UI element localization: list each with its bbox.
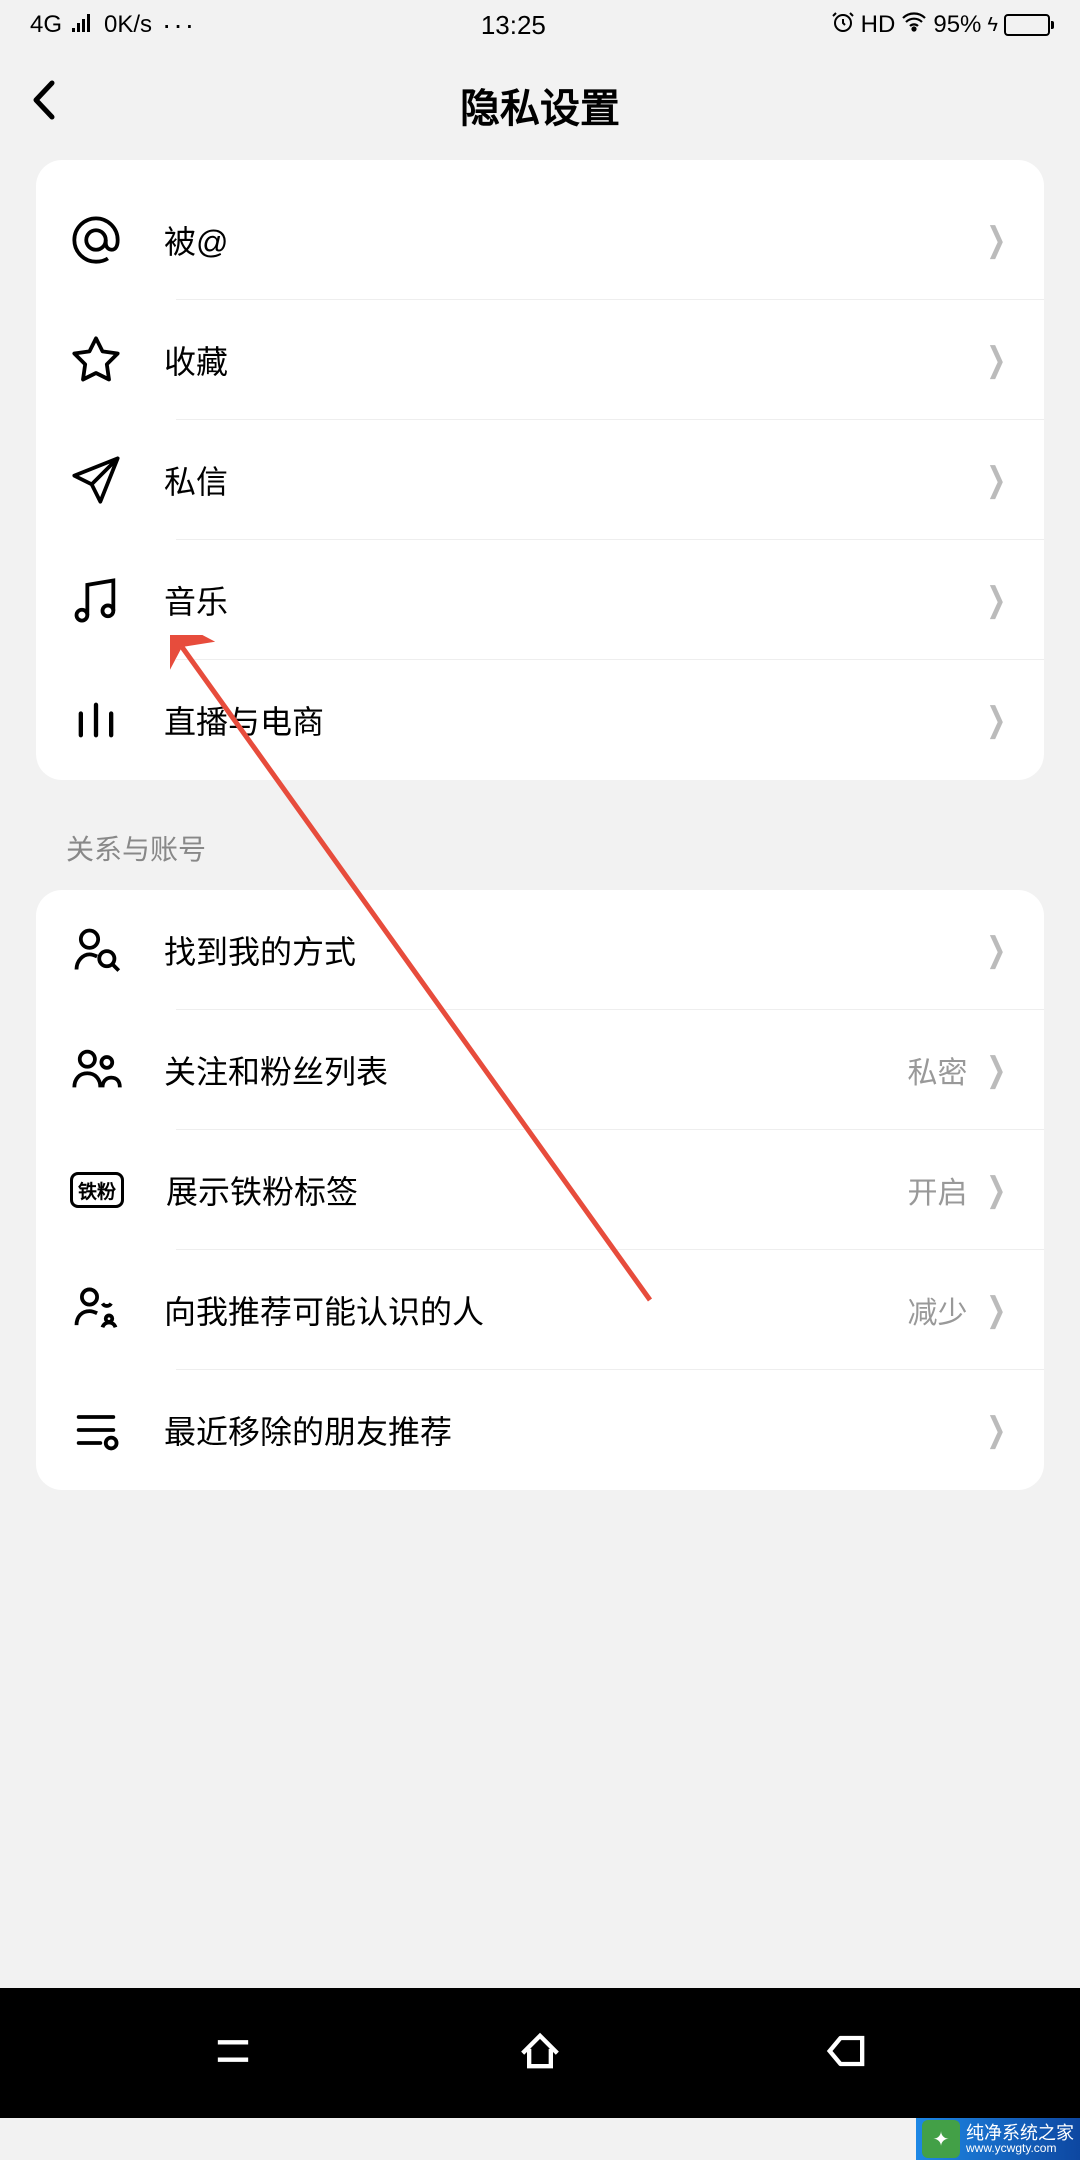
card-privacy-items: 被@ ❯ 收藏 ❯ 私信 ❯ 音乐 ❯ <box>36 160 1044 780</box>
page-header: 隐私设置 <box>0 50 1080 160</box>
system-navbar <box>0 1988 1080 2118</box>
row-label: 展示铁粉标签 <box>166 1167 908 1213</box>
nav-menu-icon[interactable] <box>207 2025 259 2082</box>
status-time: 13:25 <box>481 10 546 41</box>
network-type: 4G <box>30 11 62 39</box>
row-removed-suggestions[interactable]: 最近移除的朋友推荐 ❯ <box>36 1370 1044 1490</box>
person-search-icon <box>70 924 122 976</box>
chevron-right-icon: ❯ <box>986 1290 1006 1330</box>
history-icon <box>70 1404 122 1456</box>
row-label: 直播与电商 <box>164 697 982 743</box>
chevron-right-icon: ❯ <box>986 700 1006 740</box>
row-favorites[interactable]: 收藏 ❯ <box>36 300 1044 420</box>
row-live-ecommerce[interactable]: 直播与电商 ❯ <box>36 660 1044 780</box>
more-dots: ··· <box>162 9 196 41</box>
net-speed: 0K/s <box>104 11 152 39</box>
hd-label: HD <box>861 11 896 39</box>
wifi-icon <box>901 11 927 39</box>
nav-home-icon[interactable] <box>514 2025 566 2082</box>
row-value: 减少 <box>908 1288 968 1332</box>
status-right: HD 95% ϟ <box>831 10 1050 41</box>
chevron-right-icon: ❯ <box>986 220 1006 260</box>
row-label: 音乐 <box>164 577 982 623</box>
alarm-icon <box>831 10 855 41</box>
chevron-right-icon: ❯ <box>986 580 1006 620</box>
chevron-right-icon: ❯ <box>986 1410 1006 1450</box>
group-icon <box>70 1044 122 1096</box>
charge-icon: ϟ <box>987 14 998 37</box>
card-relations: 找到我的方式 ❯ 关注和粉丝列表 私密 ❯ 铁粉 展示铁粉标签 开启 ❯ 向我推… <box>36 890 1044 1490</box>
nav-back-icon[interactable] <box>821 2025 873 2082</box>
watermark: ✦ 纯净系统之家 www.ycwgty.com <box>916 2118 1080 2160</box>
at-icon <box>70 214 122 266</box>
battery-pct: 95% <box>933 11 981 39</box>
music-icon <box>70 574 122 626</box>
chevron-right-icon: ❯ <box>986 340 1006 380</box>
page-title: 隐私设置 <box>0 76 1080 134</box>
row-label: 关注和粉丝列表 <box>164 1047 908 1093</box>
row-value: 私密 <box>908 1048 968 1092</box>
people-plus-icon <box>70 1284 122 1336</box>
plane-icon <box>70 454 122 506</box>
row-label: 收藏 <box>164 337 982 383</box>
signal-icon <box>72 11 94 39</box>
back-button[interactable] <box>30 79 60 131</box>
bars-icon <box>70 694 122 746</box>
row-label: 向我推荐可能认识的人 <box>164 1287 908 1333</box>
status-bar: 4G 0K/s ··· 13:25 HD 95% ϟ <box>0 0 1080 50</box>
row-music[interactable]: 音乐 ❯ <box>36 540 1044 660</box>
row-messages[interactable]: 私信 ❯ <box>36 420 1044 540</box>
chevron-right-icon: ❯ <box>986 1050 1006 1090</box>
row-label: 找到我的方式 <box>164 927 968 973</box>
chevron-right-icon: ❯ <box>986 930 1006 970</box>
row-follow-fans[interactable]: 关注和粉丝列表 私密 ❯ <box>36 1010 1044 1130</box>
star-icon <box>70 334 122 386</box>
row-recommend-people[interactable]: 向我推荐可能认识的人 减少 ❯ <box>36 1250 1044 1370</box>
row-label: 私信 <box>164 457 982 503</box>
watermark-text: 纯净系统之家 www.ycwgty.com <box>966 2124 1074 2154</box>
row-iron-fan-badge[interactable]: 铁粉 展示铁粉标签 开启 ❯ <box>36 1130 1044 1250</box>
row-mention[interactable]: 被@ ❯ <box>36 180 1044 300</box>
row-label: 被@ <box>164 217 982 263</box>
row-value: 开启 <box>908 1168 968 1212</box>
section-title-relations: 关系与账号 <box>36 780 1044 890</box>
row-label: 最近移除的朋友推荐 <box>164 1407 968 1453</box>
content: 被@ ❯ 收藏 ❯ 私信 ❯ 音乐 ❯ <box>0 160 1080 1650</box>
row-find-me[interactable]: 找到我的方式 ❯ <box>36 890 1044 1010</box>
chevron-right-icon: ❯ <box>986 1170 1006 1210</box>
battery-icon <box>1004 14 1050 36</box>
chevron-right-icon: ❯ <box>986 460 1006 500</box>
badge-icon: 铁粉 <box>70 1172 124 1208</box>
status-left: 4G 0K/s ··· <box>30 9 196 41</box>
watermark-logo-icon: ✦ <box>922 2120 960 2158</box>
